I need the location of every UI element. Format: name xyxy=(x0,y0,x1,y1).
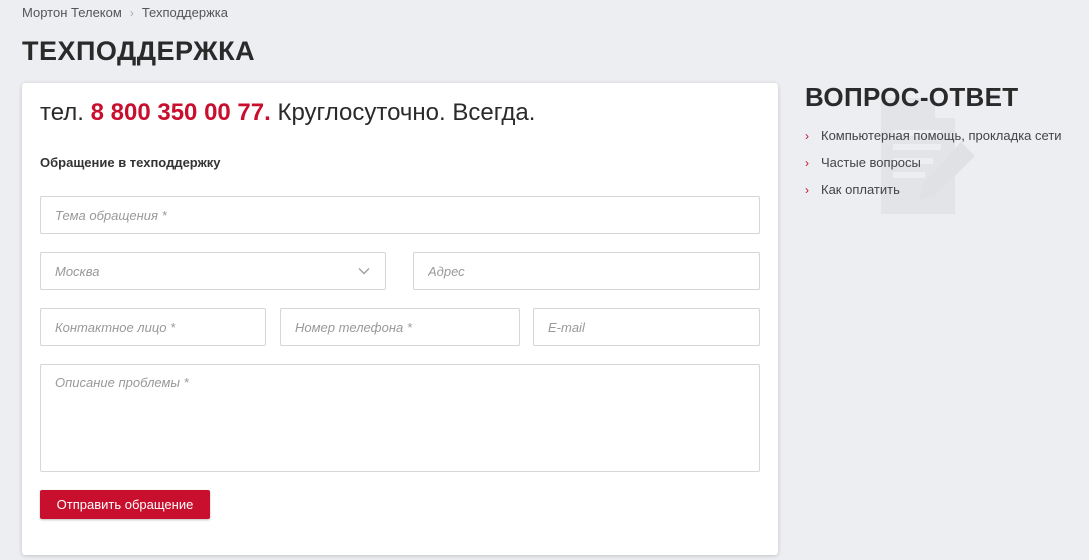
support-form-card: тел. 8 800 350 00 77. Круглосуточно. Все… xyxy=(22,83,778,555)
phone-input[interactable] xyxy=(280,308,520,346)
phone-prefix: тел. xyxy=(40,99,91,126)
breadcrumb-item-current: Техподдержка xyxy=(141,5,228,20)
page-title: ТЕХПОДДЕРЖКА xyxy=(22,36,256,66)
description-textarea[interactable] xyxy=(40,364,760,472)
breadcrumb: Мортон Телеком › Техподдержка xyxy=(22,5,228,20)
phone-suffix: Круглосуточно. Всегда. xyxy=(270,99,536,126)
faq-item-label: Как оплатить xyxy=(821,182,900,197)
faq-item-common-questions[interactable]: › Частые вопросы xyxy=(805,154,1065,172)
breadcrumb-separator: › xyxy=(129,5,134,20)
phone-number[interactable]: 8 800 350 00 77. xyxy=(91,99,271,126)
phone-line: тел. 8 800 350 00 77. Круглосуточно. Все… xyxy=(40,99,535,127)
subject-input[interactable] xyxy=(40,196,760,234)
chevron-right-icon: › xyxy=(805,183,809,197)
faq-panel: ВОПРОС-ОТВЕТ › Компьютерная помощь, прокл… xyxy=(805,82,1065,214)
email-input[interactable] xyxy=(533,308,760,346)
faq-title: ВОПРОС-ОТВЕТ xyxy=(805,82,1019,112)
faq-item-label: Компьютерная помощь, прокладка сети xyxy=(821,128,1062,143)
chevron-right-icon: › xyxy=(805,129,809,143)
city-select[interactable]: Москва xyxy=(40,252,386,290)
chevron-right-icon: › xyxy=(805,156,809,170)
faq-list: › Компьютерная помощь, прокладка сети › Ча… xyxy=(805,127,1065,199)
form-heading: Обращение в техподдержку xyxy=(40,155,221,170)
faq-item-computer-help[interactable]: › Компьютерная помощь, прокладка сети xyxy=(805,127,1065,145)
contact-person-input[interactable] xyxy=(40,308,266,346)
faq-item-how-to-pay[interactable]: › Как оплатить xyxy=(805,181,1065,199)
city-select-value: Москва xyxy=(55,263,100,279)
chevron-down-icon xyxy=(358,268,370,275)
submit-request-button[interactable]: Отправить обращение xyxy=(40,490,210,519)
faq-item-label: Частые вопросы xyxy=(821,155,921,170)
address-input[interactable] xyxy=(413,252,760,290)
breadcrumb-item-home[interactable]: Мортон Телеком xyxy=(22,5,122,20)
